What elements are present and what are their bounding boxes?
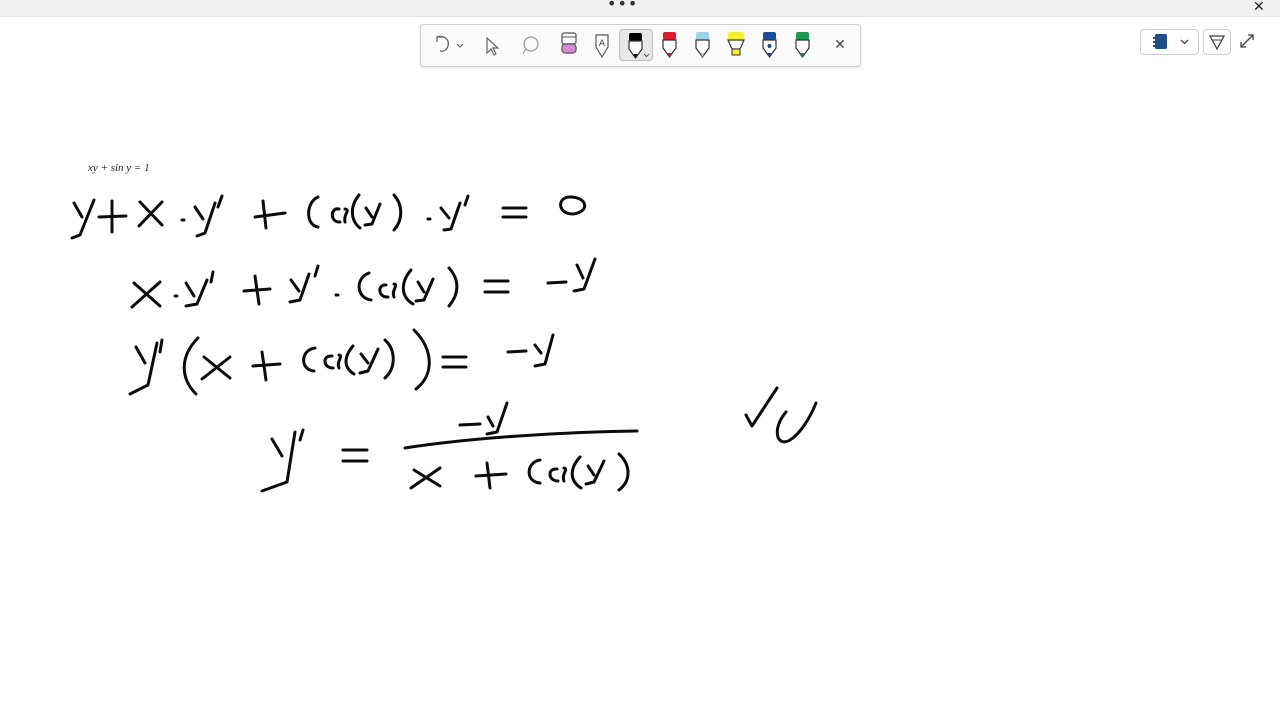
ink-line-3 <box>128 328 555 396</box>
ink-canvas[interactable] <box>0 0 1280 720</box>
ink-line-2 <box>130 257 597 309</box>
check-marks <box>744 386 818 444</box>
ink-line-4 <box>260 401 639 493</box>
ink-line-1 <box>70 193 587 240</box>
